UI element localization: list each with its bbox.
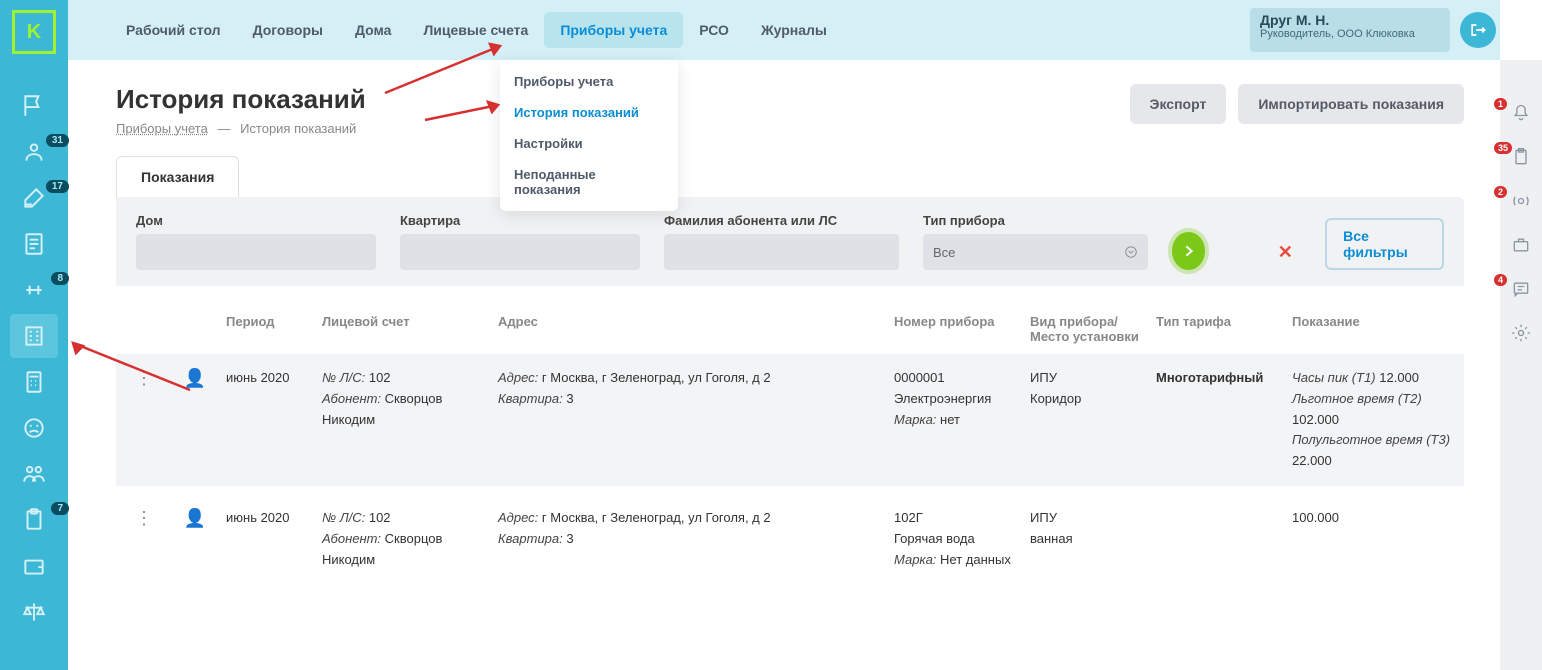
col-period: Период (226, 314, 316, 344)
nav-contracts[interactable]: Договоры (237, 12, 339, 48)
dropdown-unsubmitted[interactable]: Неподанные показания (500, 159, 678, 205)
nav-device-icon[interactable]: 8 (10, 268, 58, 312)
nav-document-icon[interactable] (10, 222, 58, 266)
gear-icon[interactable] (1508, 320, 1534, 346)
nav-edit-icon[interactable]: 17 (10, 176, 58, 220)
tab-readings[interactable]: Показания (116, 156, 239, 197)
cell-device-number: 102Г Горячая вода Марка: Нет данных (894, 508, 1024, 570)
clear-filters-button[interactable]: ✕ (1269, 234, 1301, 270)
cell-address: Адрес: г Москва, г Зеленоград, ул Гоголя… (498, 508, 888, 550)
filter-house-input[interactable] (136, 234, 376, 270)
filter-apartment-input[interactable] (400, 234, 640, 270)
user-box[interactable]: Друг М. Н. Руководитель, ООО Клюковка (1250, 8, 1450, 52)
main-content: История показаний Приборы учета — Истори… (68, 60, 1500, 670)
left-sidebar: K 31 17 8 7 (0, 0, 68, 670)
tabs: Показания (116, 156, 1464, 197)
breadcrumb-sep: — (217, 121, 230, 136)
cell-device-kind: ИПУ ванная (1030, 508, 1150, 550)
breadcrumb-link[interactable]: Приборы учета (116, 121, 208, 136)
broadcast-icon[interactable]: 2 (1508, 188, 1534, 214)
filter-apartment-label: Квартира (400, 213, 640, 228)
col-reading: Показание (1292, 314, 1462, 344)
table-row: ⋮ 👤 июнь 2020 № Л/С: 102 Абонент: Скворц… (116, 354, 1464, 486)
nav-scales-icon[interactable] (10, 590, 58, 634)
app-logo[interactable]: K (12, 10, 56, 54)
cell-account: № Л/С: 102 Абонент: Скворцов Никодим (322, 368, 492, 430)
nav-building-icon[interactable] (10, 314, 58, 358)
dropdown-settings[interactable]: Настройки (500, 128, 678, 159)
cell-reading: 100.000 (1292, 508, 1462, 529)
cell-address: Адрес: г Москва, г Зеленоград, ул Гоголя… (498, 368, 888, 410)
nav-users-icon[interactable]: 31 (10, 130, 58, 174)
nav-houses[interactable]: Дома (339, 12, 407, 48)
cell-device-kind: ИПУ Коридор (1030, 368, 1150, 410)
row-menu-icon[interactable]: ⋮ (124, 508, 164, 529)
user-role: Руководитель, ООО Клюковка (1260, 28, 1440, 40)
clipboard-icon[interactable]: 35 (1508, 144, 1534, 170)
nav-rso[interactable]: РСО (683, 12, 745, 48)
apply-filters-button[interactable] (1172, 232, 1205, 270)
nav-desktop[interactable]: Рабочий стол (110, 12, 237, 48)
nav-clipboard-icon[interactable]: 7 (10, 498, 58, 542)
nav-accounts[interactable]: Лицевые счета (407, 12, 544, 48)
nav-wallet-icon[interactable] (10, 544, 58, 588)
all-filters-button[interactable]: Все фильтры (1325, 218, 1444, 270)
badge: 8 (51, 272, 69, 285)
nav-flag-icon[interactable] (10, 84, 58, 128)
filter-house-label: Дом (136, 213, 376, 228)
badge: 7 (51, 502, 69, 515)
export-button[interactable]: Экспорт (1130, 84, 1227, 124)
col-address: Адрес (498, 314, 888, 344)
cell-period: июнь 2020 (226, 368, 316, 389)
filter-device-type-label: Тип прибора (923, 213, 1148, 228)
col-account: Лицевой счет (322, 314, 492, 344)
breadcrumb-current: История показаний (240, 121, 356, 136)
import-button[interactable]: Импортировать показания (1238, 84, 1464, 124)
dropdown-meters[interactable]: Приборы учета (500, 66, 678, 97)
readings-table: Период Лицевой счет Адрес Номер прибора … (116, 304, 1464, 584)
col-tariff: Тип тарифа (1156, 314, 1286, 344)
chat-icon[interactable]: 4 (1508, 276, 1534, 302)
nav-journals[interactable]: Журналы (745, 12, 843, 48)
filter-subscriber-label: Фамилия абонента или ЛС (664, 213, 899, 228)
cell-tariff: Многотарифный (1156, 368, 1286, 389)
suitcase-icon[interactable] (1508, 232, 1534, 258)
cell-period: июнь 2020 (226, 508, 316, 529)
filter-subscriber-input[interactable] (664, 234, 899, 270)
bell-icon[interactable]: 1 (1508, 100, 1534, 126)
cell-device-number: 0000001 Электроэнергия Марка: нет (894, 368, 1024, 430)
table-row: ⋮ 👤 июнь 2020 № Л/С: 102 Абонент: Скворц… (116, 494, 1464, 584)
filter-device-type-select[interactable]: Все (923, 234, 1148, 270)
top-bar: Рабочий стол Договоры Дома Лицевые счета… (68, 0, 1500, 60)
dropdown-history[interactable]: История показаний (500, 97, 678, 128)
table-header: Период Лицевой счет Адрес Номер прибора … (116, 304, 1464, 354)
person-icon: 👤 (170, 368, 220, 389)
user-name: Друг М. Н. (1260, 12, 1440, 28)
col-device-type: Вид прибора/ Место установки (1030, 314, 1150, 344)
row-menu-icon[interactable]: ⋮ (124, 368, 164, 389)
person-icon: 👤 (170, 508, 220, 529)
nav-calculator-icon[interactable] (10, 360, 58, 404)
nav-meters[interactable]: Приборы учета (544, 12, 683, 48)
filter-panel: Дом Квартира Фамилия абонента или ЛС Тип… (116, 197, 1464, 286)
meters-dropdown: Приборы учета История показаний Настройк… (500, 60, 678, 211)
badge: 17 (46, 180, 69, 193)
nav-team-icon[interactable] (10, 452, 58, 496)
right-sidebar: 1 35 2 4 (1500, 60, 1542, 670)
nav-face-icon[interactable] (10, 406, 58, 450)
badge: 31 (46, 134, 69, 147)
page-actions: Экспорт Импортировать показания (1130, 84, 1465, 124)
logout-button[interactable] (1460, 12, 1496, 48)
cell-reading: Часы пик (Т1) 12.000 Льготное время (Т2)… (1292, 368, 1462, 472)
cell-account: № Л/С: 102 Абонент: Скворцов Никодим (322, 508, 492, 570)
col-device-number: Номер прибора (894, 314, 1024, 344)
